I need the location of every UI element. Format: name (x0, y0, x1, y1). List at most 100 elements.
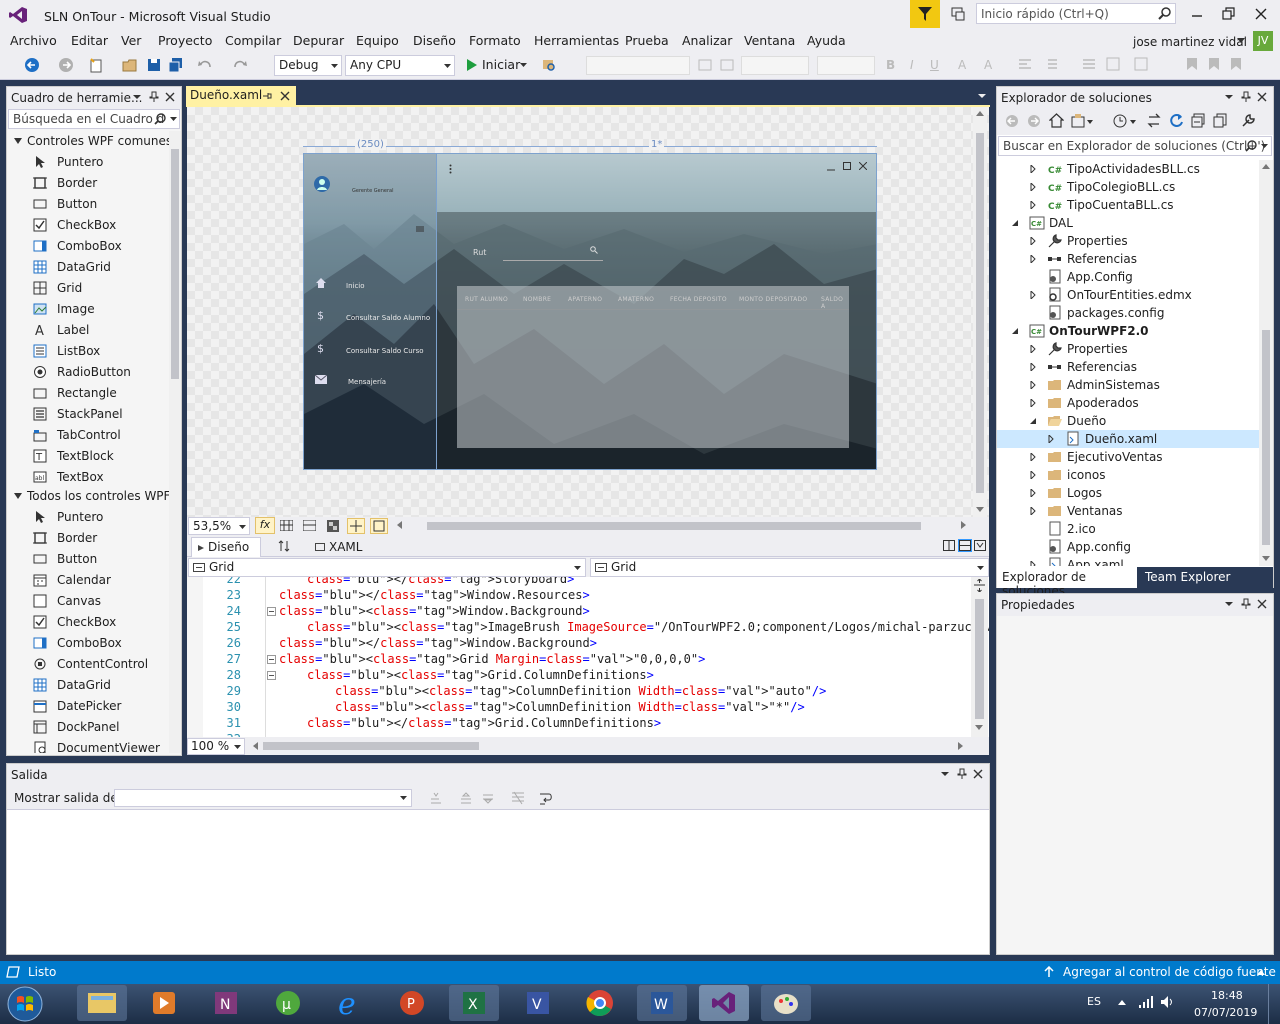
tree-item-referencias[interactable]: Referencias (997, 358, 1259, 376)
snap-gridlines-icon[interactable] (303, 520, 316, 531)
toolbox-item-checkbox[interactable]: CheckBox (7, 215, 169, 236)
pin-icon[interactable] (957, 768, 967, 780)
tree-item-referencias[interactable]: Referencias (997, 250, 1259, 268)
project-code-icon[interactable] (370, 518, 388, 534)
tree-item-tipocuentabll-cs[interactable]: C# TipoCuentaBLL.cs (997, 196, 1259, 214)
quick-launch-input[interactable]: Inicio rápido (Ctrl+Q) (976, 3, 1176, 24)
tab-dueno-xaml[interactable]: Dueño.xaml (186, 86, 296, 106)
menu-ayuda[interactable]: Ayuda (807, 33, 846, 48)
panel-options-icon[interactable] (1225, 95, 1233, 100)
tab-design[interactable]: Diseño (191, 537, 261, 557)
scroll-right-icon[interactable] (958, 742, 963, 750)
pending-changes-filter-icon[interactable] (1113, 113, 1137, 128)
toolbox-item-datagrid[interactable]: DataGrid (7, 257, 169, 278)
close-button[interactable] (1254, 7, 1268, 21)
restore-button[interactable] (1222, 7, 1236, 21)
solution-platform-select[interactable]: Any CPU (345, 55, 455, 76)
show-hidden-icons-icon[interactable] (1118, 1000, 1126, 1005)
notification-filter-icon[interactable] (910, 0, 940, 28)
toolbox-item-calendar[interactable]: Calendar (7, 570, 169, 591)
open-file-icon[interactable] (122, 57, 138, 73)
tree-item-ontourentities-edmx[interactable]: OnTourEntities.edmx (997, 286, 1259, 304)
taskbar-utorrent[interactable]: µ (262, 984, 314, 1022)
code-horizontal-scrollbar[interactable] (263, 742, 479, 750)
navigate-forward-icon[interactable] (58, 57, 74, 73)
code-vertical-scrollbar[interactable] (971, 577, 988, 737)
collapsed-arrow-icon[interactable] (1029, 471, 1037, 479)
solution-search-input[interactable]: Buscar en Explorador de soluciones (Ctrl… (998, 136, 1272, 156)
user-name[interactable]: jose martinez vidal (1133, 35, 1247, 49)
collapsed-arrow-icon[interactable] (1029, 561, 1037, 566)
toolbox-item-rectangle[interactable]: Rectangle (7, 383, 169, 404)
designer-horizontal-scrollbar[interactable] (427, 522, 921, 530)
scroll-down-icon[interactable] (976, 507, 984, 512)
taskbar-visio[interactable]: V (512, 984, 564, 1022)
collapsed-arrow-icon[interactable] (1029, 399, 1037, 407)
toolbox-item-radiobutton[interactable]: RadioButton (7, 362, 169, 383)
designer-surface[interactable]: (250) 1* Gerente General Inicio $ Consul… (187, 107, 989, 517)
menu-editar[interactable]: Editar (71, 33, 108, 48)
collapsed-arrow-icon[interactable] (1029, 183, 1037, 191)
collapsed-arrow-icon[interactable] (1029, 345, 1037, 353)
tab-solution-explorer[interactable]: Explorador de soluciones (997, 567, 1137, 598)
taskbar-media-player[interactable] (138, 984, 190, 1022)
tree-item-due-o-xaml[interactable]: Dueño.xaml (997, 430, 1259, 448)
collapse-region-icon[interactable] (267, 671, 276, 680)
collapsed-arrow-icon[interactable] (1029, 201, 1037, 209)
home-icon[interactable] (1049, 113, 1064, 128)
snap-to-lines-icon[interactable] (347, 518, 365, 534)
source-control-button[interactable]: Agregar al control de código fuente (1063, 965, 1276, 979)
input-language[interactable]: ES (1087, 995, 1101, 1008)
feedback-icon[interactable] (950, 6, 966, 22)
chevron-down-icon[interactable] (170, 117, 177, 122)
collapsed-arrow-icon[interactable] (1029, 453, 1037, 461)
pin-icon[interactable] (1241, 91, 1251, 103)
tree-item-ontourwpf2-0[interactable]: C# OnTourWPF2.0 (997, 322, 1259, 340)
collapse-region-icon[interactable] (267, 655, 276, 664)
swap-panes-icon[interactable] (278, 540, 290, 552)
toolbox-item-puntero[interactable]: Puntero (7, 152, 169, 173)
expanded-arrow-icon[interactable] (1011, 219, 1019, 227)
toolbox-item-button[interactable]: Button (7, 549, 169, 570)
expanded-arrow-icon[interactable] (1029, 417, 1037, 425)
column-width-left[interactable]: (250) (355, 139, 386, 150)
new-project-icon[interactable] (88, 57, 104, 73)
menu-ver[interactable]: Ver (121, 33, 141, 48)
toolbox-item-puntero[interactable]: Puntero (7, 507, 169, 528)
toolbox-search-input[interactable]: Búsqueda en el Cuadro d (8, 109, 180, 129)
close-icon[interactable] (1257, 92, 1267, 102)
find-in-files-icon[interactable] (541, 57, 557, 73)
code-line[interactable]: class="blu"><class="tag">Grid Margin=cla… (279, 652, 705, 668)
redo-icon[interactable] (232, 57, 248, 73)
toolbox-item-grid[interactable]: Grid (7, 278, 169, 299)
word-wrap-icon[interactable] (539, 791, 553, 805)
code-line[interactable]: class="blu"></class="tag">Window.Resourc… (279, 588, 590, 604)
pin-icon[interactable] (149, 91, 159, 103)
tree-item-logos[interactable]: Logos (997, 484, 1259, 502)
menu-diseno[interactable]: Diseño (413, 33, 456, 48)
user-menu-chevron-icon[interactable] (1237, 38, 1245, 44)
effects-toggle-button[interactable]: fx (255, 517, 275, 534)
start-button[interactable] (4, 985, 46, 1023)
tree-item-tipocolegiobll-cs[interactable]: C# TipoColegioBLL.cs (997, 178, 1259, 196)
minimize-button[interactable] (1190, 8, 1204, 22)
close-icon[interactable] (165, 92, 175, 102)
collapsed-arrow-icon[interactable] (1029, 489, 1037, 497)
tree-item-2-ico[interactable]: 2.ico (997, 520, 1259, 538)
code-line[interactable]: class="blu"></class="tag">Window.Backgro… (279, 636, 597, 652)
toolbox-item-border[interactable]: Border (7, 528, 169, 549)
toolbox-scrollbar[interactable] (169, 131, 181, 753)
collapse-all-icon[interactable] (1191, 113, 1206, 128)
toolbox-item-canvas[interactable]: Canvas (7, 591, 169, 612)
tree-item-properties[interactable]: Properties (997, 340, 1259, 358)
properties-wrench-icon[interactable] (1241, 113, 1256, 128)
toolbox-item-contentcontrol[interactable]: ContentControl (7, 654, 169, 675)
horizontal-split-icon[interactable] (958, 539, 972, 552)
close-icon[interactable] (280, 91, 290, 101)
menu-herramientas[interactable]: Herramientas (534, 33, 619, 48)
collapsed-arrow-icon[interactable] (1029, 291, 1037, 299)
scroll-left-icon[interactable] (253, 742, 258, 750)
code-line[interactable]: class="blu"><class="tag">ImageBrush Imag… (307, 620, 989, 636)
menu-equipo[interactable]: Equipo (356, 33, 399, 48)
menu-formato[interactable]: Formato (469, 33, 521, 48)
